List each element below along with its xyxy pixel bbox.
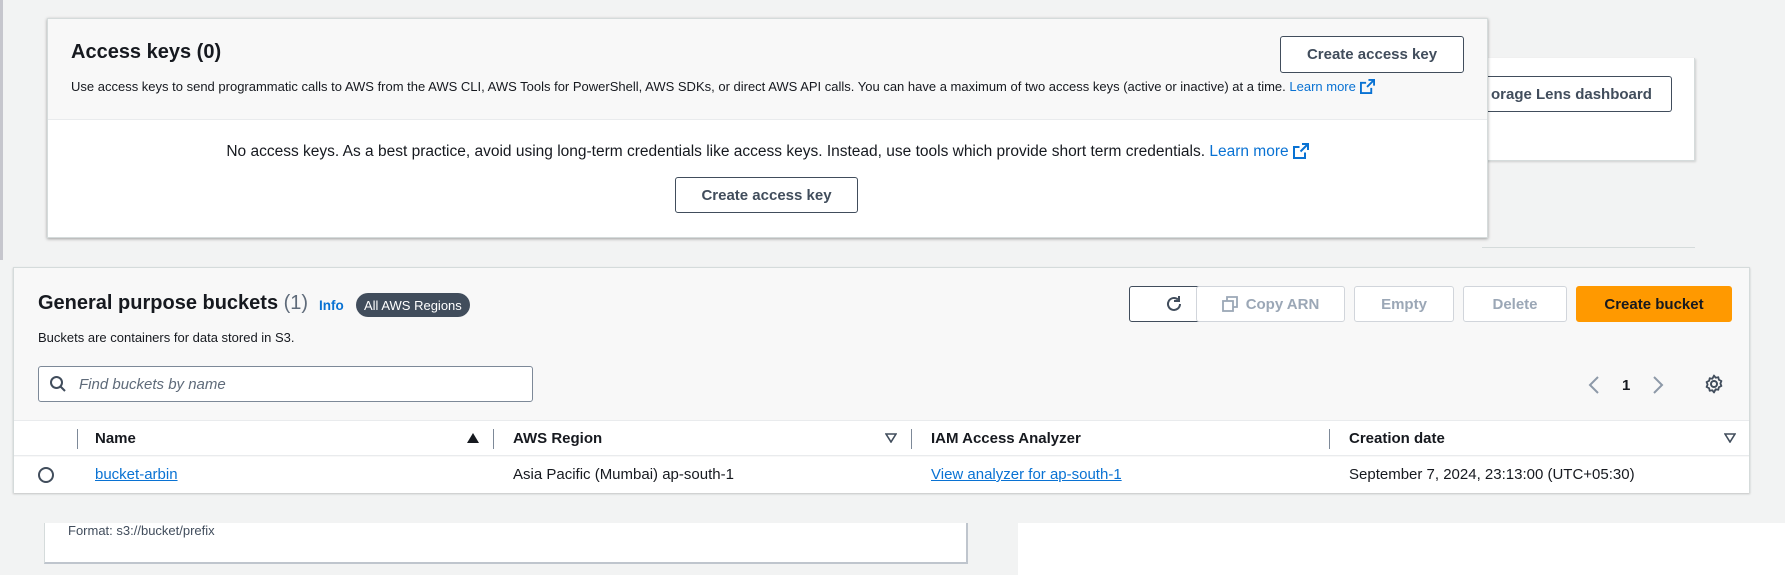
- current-page-number[interactable]: 1: [1622, 377, 1630, 394]
- bucket-name-link[interactable]: bucket-arbin: [95, 466, 178, 483]
- access-keys-description-text: Use access keys to send programmatic cal…: [71, 79, 1286, 94]
- general-purpose-buckets-panel: General purpose buckets (1) Info All AWS…: [13, 267, 1750, 493]
- format-hint: Format: s3://bucket/prefix: [68, 523, 215, 538]
- buckets-info-link[interactable]: Info: [319, 298, 344, 313]
- create-bucket-button[interactable]: Create bucket: [1576, 286, 1732, 322]
- chevron-right-icon: [1653, 376, 1664, 394]
- create-bucket-label: Create bucket: [1604, 295, 1704, 313]
- delete-bucket-button[interactable]: Delete: [1463, 286, 1567, 322]
- creation-date-cell: September 7, 2024, 23:13:00 (UTC+05:30): [1349, 466, 1635, 483]
- access-keys-header: Access keys (0) Create access key Use ac…: [48, 19, 1487, 120]
- lower-form-card: Format: s3://bucket/prefix: [44, 523, 968, 564]
- create-access-key-button-empty[interactable]: Create access key: [675, 177, 858, 213]
- access-keys-panel: Access keys (0) Create access key Use ac…: [47, 18, 1488, 238]
- sort-unsorted-icon[interactable]: [1724, 433, 1736, 443]
- bucket-name-cell: bucket-arbin: [95, 466, 178, 483]
- create-access-key-label: Create access key: [1306, 46, 1438, 63]
- buckets-title-text: General purpose buckets: [38, 292, 279, 314]
- empty-learn-more-link[interactable]: Learn more: [1209, 143, 1309, 160]
- refresh-icon: [1166, 296, 1181, 311]
- table-preferences-button[interactable]: [1704, 374, 1724, 399]
- external-link-icon: [1292, 143, 1309, 159]
- copy-icon: [1221, 296, 1238, 312]
- next-page-button[interactable]: [1648, 373, 1668, 397]
- view-analyzer-link[interactable]: View analyzer for ap-south-1: [931, 466, 1122, 483]
- empty-message-text: No access keys. As a best practice, avoi…: [226, 143, 1206, 160]
- storage-lens-card: orage Lens dashboard: [1482, 58, 1695, 161]
- access-keys-empty-message: No access keys. As a best practice, avoi…: [48, 143, 1487, 161]
- empty-bucket-label: Empty: [1381, 295, 1427, 313]
- lower-right-panel: [1018, 523, 1785, 575]
- copy-arn-button[interactable]: Copy ARN: [1196, 286, 1345, 322]
- buckets-table-header: Name AWS Region IAM Access Analyzer Crea…: [14, 420, 1749, 456]
- column-separator: [1329, 429, 1330, 449]
- empty-learn-more-label: Learn more: [1209, 143, 1289, 160]
- bucket-search-input[interactable]: [77, 374, 507, 394]
- column-header-iam-analyzer[interactable]: IAM Access Analyzer: [931, 430, 1081, 447]
- access-keys-title: Access keys (0): [71, 41, 222, 63]
- sort-unsorted-icon[interactable]: [885, 433, 897, 443]
- buckets-title: General purpose buckets (1): [38, 292, 308, 315]
- row-select-radio[interactable]: [38, 467, 54, 483]
- delete-bucket-label: Delete: [1492, 295, 1538, 313]
- column-separator: [77, 429, 78, 449]
- iam-analyzer-cell: View analyzer for ap-south-1: [931, 466, 1122, 483]
- bucket-region-cell: Asia Pacific (Mumbai) ap-south-1: [513, 466, 734, 483]
- create-access-key-empty-label: Create access key: [701, 186, 832, 204]
- section-divider: [1482, 247, 1695, 248]
- gear-icon: [1705, 374, 1723, 394]
- previous-page-button[interactable]: [1584, 373, 1604, 397]
- column-header-name[interactable]: Name: [95, 430, 136, 447]
- chevron-left-icon: [1588, 376, 1599, 394]
- storage-lens-dashboard-button[interactable]: orage Lens dashboard: [1482, 76, 1672, 112]
- empty-bucket-button[interactable]: Empty: [1354, 286, 1454, 322]
- column-header-creation-date[interactable]: Creation date: [1349, 430, 1445, 447]
- left-edge-divider: [0, 0, 3, 260]
- access-keys-learn-more-link[interactable]: Learn more: [1289, 79, 1375, 94]
- pagination: 1: [1584, 373, 1668, 397]
- storage-lens-button-label: orage Lens dashboard: [1491, 85, 1652, 103]
- bucket-search-field: [38, 366, 533, 402]
- column-separator: [911, 429, 912, 449]
- copy-arn-label: Copy ARN: [1245, 295, 1320, 313]
- column-separator: [493, 429, 494, 449]
- sort-ascending-icon[interactable]: [467, 433, 479, 443]
- region-filter-badge: All AWS Regions: [356, 293, 470, 317]
- learn-more-label: Learn more: [1289, 79, 1356, 94]
- column-header-region[interactable]: AWS Region: [513, 430, 602, 447]
- external-link-icon: [1359, 79, 1375, 94]
- search-icon: [50, 376, 66, 392]
- create-access-key-button[interactable]: Create access key: [1280, 36, 1464, 73]
- access-keys-description: Use access keys to send programmatic cal…: [71, 79, 1375, 94]
- buckets-description: Buckets are containers for data stored i…: [38, 330, 295, 345]
- table-row: bucket-arbin Asia Pacific (Mumbai) ap-so…: [14, 457, 1749, 493]
- buckets-count: (1): [283, 292, 309, 314]
